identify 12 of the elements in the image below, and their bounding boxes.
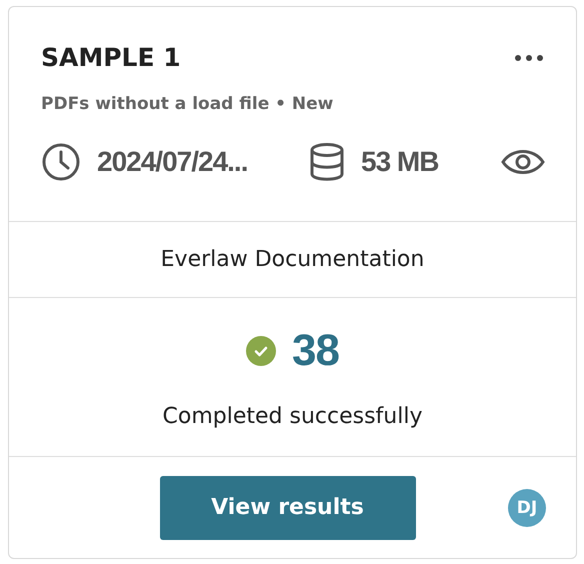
user-avatar: DJ — [508, 488, 546, 526]
database-icon — [309, 142, 345, 182]
clock-icon — [41, 142, 81, 182]
card-title: SAMPLE 1 — [41, 43, 181, 72]
status-text: Completed successfully — [162, 404, 422, 428]
card-subtitle: PDFs without a load file • New — [41, 94, 334, 114]
size-text: 53 MB — [361, 146, 438, 178]
source-name: Everlaw Documentation — [160, 247, 424, 272]
document-count: 38 — [292, 326, 339, 376]
more-options-icon[interactable] — [514, 54, 544, 62]
view-results-button[interactable]: View results — [160, 476, 416, 540]
date-text: 2024/07/24... — [97, 146, 248, 178]
